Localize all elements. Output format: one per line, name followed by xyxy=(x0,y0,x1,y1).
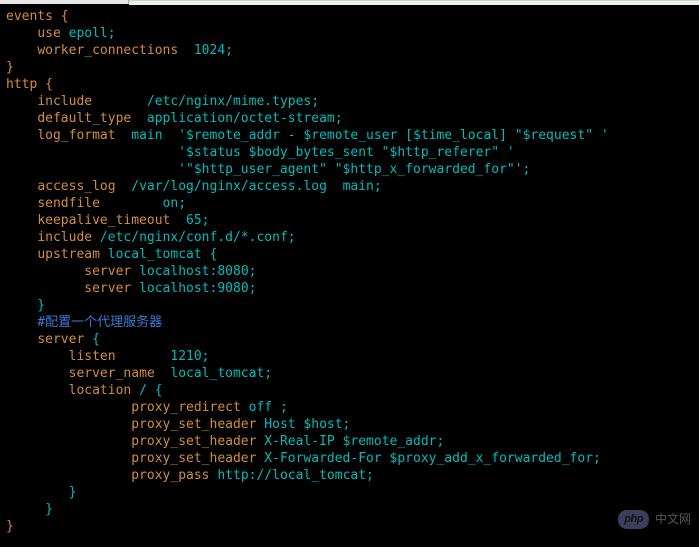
tab-area xyxy=(129,0,699,5)
value: http://local_tomcat; xyxy=(210,468,374,483)
keyword: upstream xyxy=(37,247,100,262)
value: 1024; xyxy=(178,43,233,58)
code-line xyxy=(6,281,84,296)
value: on; xyxy=(100,196,186,211)
active-tab[interactable] xyxy=(0,0,129,4)
code-line xyxy=(6,468,131,483)
code-line: } xyxy=(6,60,14,75)
code-line xyxy=(6,332,37,347)
keyword: proxy_set_header xyxy=(131,434,256,449)
keyword: access_log xyxy=(37,179,115,194)
code-line xyxy=(6,349,69,364)
keyword: proxy_set_header xyxy=(131,451,256,466)
value: { xyxy=(84,332,100,347)
value: local_tomcat { xyxy=(100,247,217,262)
code-line xyxy=(6,43,37,58)
value: /etc/nginx/conf.d/*.conf; xyxy=(92,230,296,245)
code-line xyxy=(6,366,69,381)
keyword: server xyxy=(84,281,131,296)
keyword: proxy_pass xyxy=(131,468,209,483)
value: localhost:8080; xyxy=(131,264,256,279)
keyword: sendfile xyxy=(37,196,100,211)
code-line: '$status $body_bytes_sent "$http_referer… xyxy=(6,145,515,160)
code-line xyxy=(6,179,37,194)
code-line: '"$http_user_agent" "$http_x_forwarded_f… xyxy=(6,162,530,177)
value: X-Real-IP $remote_addr; xyxy=(256,434,444,449)
code-line xyxy=(6,128,37,143)
code-line xyxy=(6,196,37,211)
keyword: keepalive_timeout xyxy=(37,213,170,228)
code-line: } xyxy=(6,502,53,517)
keyword: server_name xyxy=(69,366,155,381)
keyword: log_format xyxy=(37,128,115,143)
code-line: http { xyxy=(6,77,53,92)
value: Host $host; xyxy=(256,417,350,432)
keyword: worker_connections xyxy=(37,43,178,58)
value: epoll; xyxy=(61,26,116,41)
keyword: server xyxy=(84,264,131,279)
value: application/octet-stream; xyxy=(131,111,342,126)
comment-line: #配置一个代理服务器 xyxy=(6,315,162,330)
value: localhost:9080; xyxy=(131,281,256,296)
code-line xyxy=(6,383,69,398)
code-line xyxy=(6,451,131,466)
tab-strip xyxy=(0,0,699,4)
code-line xyxy=(6,247,37,262)
value: / { xyxy=(131,383,162,398)
value: 65; xyxy=(170,213,209,228)
keyword: server xyxy=(37,332,84,347)
code-line xyxy=(6,213,37,228)
keyword: include xyxy=(37,230,92,245)
code-line xyxy=(6,434,131,449)
code-line xyxy=(6,94,37,109)
code-line xyxy=(6,230,37,245)
keyword: proxy_redirect xyxy=(131,400,241,415)
keyword: default_type xyxy=(37,111,131,126)
code-line: events { xyxy=(6,9,69,24)
code-line xyxy=(6,417,131,432)
value: /etc/nginx/mime.types; xyxy=(92,94,319,109)
keyword: proxy_set_header xyxy=(131,417,256,432)
keyword: listen xyxy=(69,349,116,364)
terminal-window: events { use epoll; worker_connections 1… xyxy=(0,0,699,547)
keyword: include xyxy=(37,94,92,109)
code-line: } xyxy=(6,519,14,534)
code-line xyxy=(6,400,131,415)
code-line: } xyxy=(6,485,76,500)
editor-content[interactable]: events { use epoll; worker_connections 1… xyxy=(0,4,699,541)
value: X-Forwarded-For $proxy_add_x_forwarded_f… xyxy=(256,451,600,466)
value: local_tomcat; xyxy=(155,366,272,381)
value: main '$remote_addr - $remote_user [$time… xyxy=(116,128,609,143)
keyword: location xyxy=(69,383,132,398)
code-line xyxy=(6,264,84,279)
code-line: } xyxy=(6,298,45,313)
code-line xyxy=(6,111,37,126)
value: /var/log/nginx/access.log main; xyxy=(116,179,382,194)
value: off ; xyxy=(241,400,288,415)
code-line xyxy=(6,26,37,41)
value: 1210; xyxy=(116,349,210,364)
keyword: use xyxy=(37,26,60,41)
